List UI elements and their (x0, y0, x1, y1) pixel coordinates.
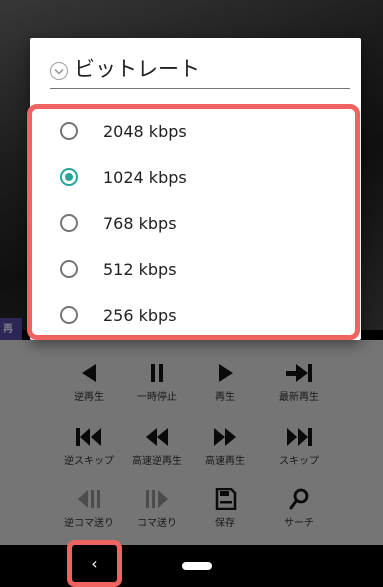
back-button[interactable]: ‹ (67, 540, 122, 587)
back-chevron-icon: ‹ (91, 554, 98, 573)
chevron-down-icon (50, 62, 68, 80)
home-pill-button[interactable] (182, 562, 212, 570)
dialog-header: ビットレート (50, 48, 350, 89)
dialog-title: ビットレート (74, 57, 200, 81)
options-highlight-frame (27, 104, 360, 340)
